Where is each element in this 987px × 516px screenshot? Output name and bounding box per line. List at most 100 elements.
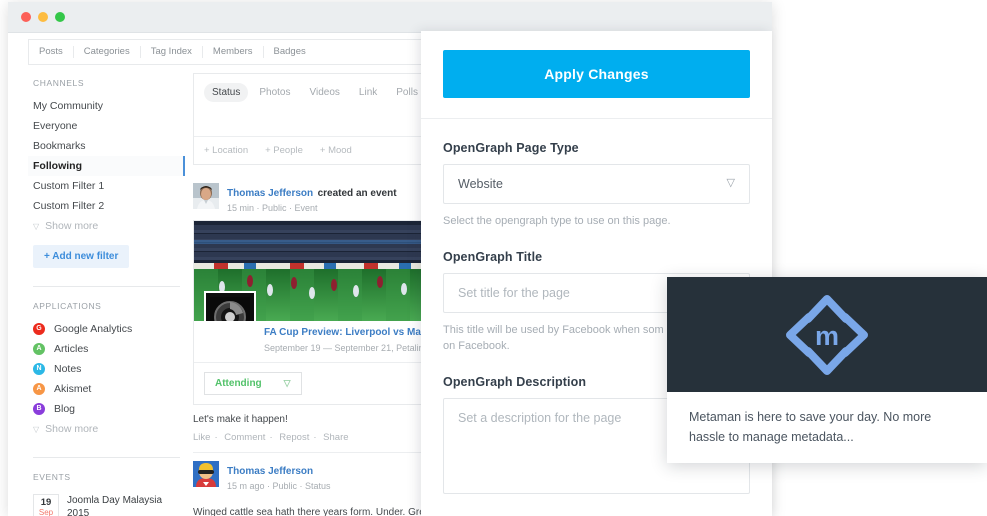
sidebar-item-blog[interactable]: B Blog bbox=[28, 399, 185, 419]
event-preview-card: FA Cup Preview: Liverpool vs Manchest Se… bbox=[193, 220, 453, 405]
applications-show-more-label: Show more bbox=[45, 423, 99, 435]
attending-dropdown[interactable]: Attending ▽ bbox=[204, 372, 302, 395]
apply-changes-button[interactable]: Apply Changes bbox=[443, 50, 750, 98]
chevron-down-icon: ▽ bbox=[33, 424, 40, 434]
articles-icon: A bbox=[33, 343, 45, 355]
screenshot-stage: Posts Categories Tag Index Members Badge… bbox=[0, 0, 987, 516]
composer-footer: + Location + People + Mood bbox=[194, 136, 432, 164]
composer-tab-status[interactable]: Status bbox=[204, 83, 249, 102]
channels-heading: CHANNELS bbox=[33, 78, 85, 88]
chevron-down-icon: ▽ bbox=[33, 221, 40, 231]
sidebar-divider-1 bbox=[33, 286, 180, 287]
opengraph-page-type-select[interactable]: Website ▽ bbox=[443, 164, 750, 204]
blog-icon: B bbox=[33, 403, 45, 415]
opengraph-title-label: OpenGraph Title bbox=[443, 250, 543, 264]
tab-members[interactable]: Members bbox=[203, 46, 264, 58]
opengraph-page-type-label: OpenGraph Page Type bbox=[443, 141, 579, 155]
post-header: Thomas Jefferson 15 m ago · Public · Sta… bbox=[193, 453, 433, 498]
app-label: Google Analytics bbox=[54, 323, 133, 335]
metaman-logo-icon: m bbox=[786, 294, 868, 375]
event-date-badge: 19 Sep bbox=[33, 494, 59, 516]
avatar[interactable] bbox=[193, 183, 219, 209]
sidebar-item-google-analytics[interactable]: G Google Analytics bbox=[28, 319, 185, 339]
sidebar-item-my-community[interactable]: My Community bbox=[28, 96, 185, 116]
event-thumbnail bbox=[204, 291, 256, 321]
app-label: Notes bbox=[54, 363, 82, 375]
post-meta: 15 m ago · Public · Status bbox=[227, 481, 331, 491]
post-body: Let's make it happen! bbox=[193, 414, 288, 425]
notes-icon: N bbox=[33, 363, 45, 375]
app-label: Akismet bbox=[54, 383, 92, 395]
chevron-down-icon: ▽ bbox=[283, 378, 291, 388]
close-window-icon[interactable] bbox=[21, 12, 31, 22]
event-title: Joomla Day Malaysia 2015 bbox=[67, 495, 163, 516]
sidebar-item-akismet[interactable]: A Akismet bbox=[28, 379, 185, 399]
opengraph-page-type-help: Select the opengraph type to use on this… bbox=[443, 215, 671, 227]
add-mood-button[interactable]: + Mood bbox=[320, 145, 352, 156]
sidebar: CHANNELS My Community Everyone Bookmarks… bbox=[28, 73, 193, 516]
metaman-logo-area: m bbox=[667, 277, 987, 392]
list-item[interactable]: 19 Sep Joomla Day Malaysia 2015 25 Octob… bbox=[28, 490, 185, 516]
feed-post-status: Thomas Jefferson 15 m ago · Public · Sta… bbox=[193, 453, 463, 516]
window-titlebar bbox=[8, 2, 772, 33]
add-new-filter-button[interactable]: + Add new filter bbox=[33, 245, 130, 268]
tab-categories[interactable]: Categories bbox=[74, 46, 141, 58]
sidebar-item-following[interactable]: Following bbox=[28, 156, 185, 176]
app-label: Articles bbox=[54, 343, 89, 355]
google-analytics-icon: G bbox=[33, 323, 45, 335]
add-location-button[interactable]: + Location bbox=[204, 145, 248, 156]
sidebar-item-everyone[interactable]: Everyone bbox=[28, 116, 185, 136]
avatar[interactable] bbox=[193, 461, 219, 487]
like-button[interactable]: Like bbox=[193, 432, 210, 443]
sidebar-item-bookmarks[interactable]: Bookmarks bbox=[28, 136, 185, 156]
event-link-title[interactable]: FA Cup Preview: Liverpool vs Manchest bbox=[264, 326, 453, 340]
composer-input-area[interactable] bbox=[194, 110, 432, 136]
add-people-button[interactable]: + People bbox=[265, 145, 303, 156]
feed-column: Status Photos Videos Link Polls + Locati… bbox=[193, 73, 463, 516]
composer-tab-link[interactable]: Link bbox=[351, 83, 385, 102]
status-composer: Status Photos Videos Link Polls + Locati… bbox=[193, 73, 433, 165]
composer-tab-videos[interactable]: Videos bbox=[302, 83, 348, 102]
minimize-window-icon[interactable] bbox=[38, 12, 48, 22]
composer-tab-photos[interactable]: Photos bbox=[251, 83, 298, 102]
post-header-text: Thomas Jefferson 15 m ago · Public · Sta… bbox=[227, 461, 331, 491]
post-action: created an event bbox=[317, 188, 397, 199]
akismet-icon: A bbox=[33, 383, 45, 395]
event-month: Sep bbox=[38, 508, 54, 516]
apply-changes-bar: Apply Changes bbox=[421, 31, 772, 119]
sidebar-item-notes[interactable]: N Notes bbox=[28, 359, 185, 379]
opengraph-page-type-value: Website bbox=[458, 177, 503, 191]
event-day: 19 bbox=[40, 497, 52, 508]
metaman-promo-card[interactable]: m Metaman is here to save your day. No m… bbox=[667, 277, 987, 463]
app-label: Blog bbox=[54, 403, 76, 415]
repost-button[interactable]: Repost bbox=[279, 432, 309, 443]
applications-show-more-button[interactable]: ▽ Show more bbox=[28, 419, 185, 439]
chevron-down-icon: ▽ bbox=[726, 177, 735, 190]
event-info: FA Cup Preview: Liverpool vs Manchest Se… bbox=[194, 321, 453, 362]
sidebar-item-custom-filter-1[interactable]: Custom Filter 1 bbox=[28, 176, 185, 196]
applications-heading: APPLICATIONS bbox=[33, 301, 102, 311]
post-author[interactable]: Thomas Jefferson bbox=[227, 188, 313, 199]
sidebar-item-custom-filter-2[interactable]: Custom Filter 2 bbox=[28, 196, 185, 216]
sidebar-item-articles[interactable]: A Articles bbox=[28, 339, 185, 359]
event-link-subtitle: September 19 — September 21, Petaling Ja… bbox=[264, 343, 451, 353]
channels-show-more-button[interactable]: ▽ Show more bbox=[28, 216, 185, 236]
post-author[interactable]: Thomas Jefferson bbox=[227, 466, 313, 477]
tab-posts[interactable]: Posts bbox=[29, 46, 74, 58]
share-button[interactable]: Share bbox=[323, 432, 348, 443]
maximize-window-icon[interactable] bbox=[55, 12, 65, 22]
tab-tag-index[interactable]: Tag Index bbox=[141, 46, 203, 58]
post-header: Thomas Jefferson created an event 15 min… bbox=[193, 175, 433, 220]
composer-tabs: Status Photos Videos Link Polls bbox=[194, 74, 432, 110]
svg-text:m: m bbox=[815, 321, 839, 351]
channels-show-more-label: Show more bbox=[45, 220, 99, 232]
tab-badges[interactable]: Badges bbox=[264, 46, 316, 58]
metaman-description: Metaman is here to save your day. No mor… bbox=[689, 410, 932, 444]
feed-post-event: Thomas Jefferson created an event 15 min… bbox=[193, 175, 453, 452]
field-opengraph-page-type: OpenGraph Page Type Website ▽ Select the… bbox=[443, 141, 750, 229]
attending-label: Attending bbox=[215, 378, 262, 389]
comment-button[interactable]: Comment bbox=[224, 432, 265, 443]
events-heading: EVENTS bbox=[33, 472, 71, 482]
post-meta: 15 min · Public · Event bbox=[227, 203, 318, 213]
